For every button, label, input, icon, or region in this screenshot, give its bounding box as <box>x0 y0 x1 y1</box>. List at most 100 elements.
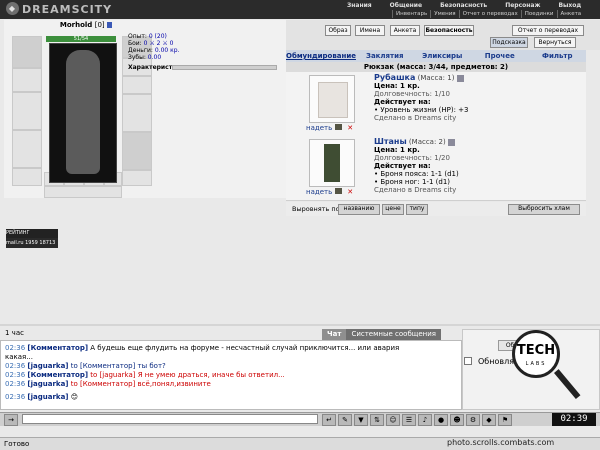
weapon-slot[interactable] <box>12 92 42 130</box>
flag-tool-icon[interactable]: ⚑ <box>498 414 512 426</box>
settings-icon[interactable]: ⚙ <box>466 414 480 426</box>
sort-label: Выровнять по <box>292 205 340 213</box>
traits-toggle[interactable] <box>172 65 277 70</box>
item-name[interactable]: Штаны <box>374 137 407 146</box>
sort-by-price-button[interactable]: цене <box>382 204 404 215</box>
helmet-slot[interactable] <box>12 36 42 68</box>
item-info-icon[interactable] <box>335 124 343 130</box>
chat-log[interactable]: 02:36 [Комментатор] А будешь еще флудить… <box>0 340 462 410</box>
hint-button[interactable]: Подсказка <box>490 37 528 48</box>
item-actions: надеть ✕ <box>306 188 353 196</box>
stat-teeth: Зубы: 0.00 <box>128 54 162 61</box>
refresh-checkbox[interactable] <box>464 357 472 365</box>
sort-bar: Выровнять по названию цене типу Выбросит… <box>286 202 586 216</box>
item-image[interactable] <box>309 75 355 123</box>
item-name[interactable]: Рубашка <box>374 73 415 82</box>
equip-link[interactable]: надеть <box>306 188 332 196</box>
item-effects-label: Действует на: <box>374 162 431 170</box>
profile-button[interactable]: Анкета <box>390 25 420 36</box>
arrow-icon[interactable]: → <box>4 414 18 426</box>
submenu-transfers[interactable]: Отчет о переводах <box>458 10 521 18</box>
equip-link[interactable]: надеть <box>306 124 332 132</box>
armor-slot[interactable] <box>12 130 42 168</box>
filter-icon[interactable]: ▼ <box>354 414 368 426</box>
names-button[interactable]: Имена <box>355 25 385 36</box>
tab-equipment[interactable]: Обмундирование <box>286 50 356 62</box>
tab-other[interactable]: Прочее <box>471 50 529 62</box>
rating-counter[interactable]: РЕЙТИНГ 634119296 <box>6 229 58 245</box>
chat-input[interactable] <box>22 414 318 424</box>
inventory-item: надеть ✕ Штаны (Масса: 2) Цена: 1 кр. Дол… <box>286 136 586 201</box>
menu-security[interactable]: Безопасность <box>431 1 496 10</box>
ring2-slot[interactable] <box>122 76 152 94</box>
legs-slot[interactable] <box>122 132 152 170</box>
item-effect: • Броня пояса: 1-1 (d1) <box>374 170 459 178</box>
logo-icon: ◆ <box>6 2 19 15</box>
book-icon[interactable]: ☰ <box>402 414 416 426</box>
sort-by-name-button[interactable]: названию <box>338 204 380 215</box>
item-info: Рубашка (Масса: 1) Цена: 1 кр. Долговечн… <box>374 73 579 123</box>
chat-separator[interactable] <box>0 324 600 326</box>
menu-communication[interactable]: Общение <box>381 1 431 10</box>
security-button[interactable]: Безопасность <box>424 25 474 36</box>
tab-elixirs[interactable]: Эликсиры <box>413 50 471 62</box>
tab-system-messages[interactable]: Системные сообщения <box>346 329 441 340</box>
item-price: Цена: 1 кр. <box>374 82 420 90</box>
bottom-slot-row[interactable] <box>44 186 122 198</box>
necklace-slot[interactable] <box>12 68 42 92</box>
back-button[interactable]: Вернуться <box>534 37 576 48</box>
obraz-button[interactable]: Образ <box>325 25 351 36</box>
throw-junk-button[interactable]: Выбросить хлам <box>508 204 580 215</box>
pants-icon <box>324 144 340 182</box>
submenu-profile[interactable]: Анкета <box>556 10 585 18</box>
tab-filter[interactable]: Фильтр <box>528 50 586 62</box>
item-actions: надеть ✕ <box>306 124 353 132</box>
chat-line: 02:36 [jaguarka] 😊 <box>5 393 79 401</box>
item-durability: Долговечность: 1/20 <box>374 154 450 162</box>
scroll-icon[interactable]: ⇅ <box>370 414 384 426</box>
item-effects-label: Действует на: <box>374 98 431 106</box>
sort-by-type-button[interactable]: типу <box>406 204 428 215</box>
clock: 02:39 <box>552 413 596 426</box>
weight-icon <box>447 138 455 146</box>
item-effect: • Уровень жизни (HP): +3 <box>374 106 469 114</box>
chat-time-label: 1 час <box>5 329 24 337</box>
smile-icon[interactable]: ☻ <box>450 414 464 426</box>
item-durability: Долговечность: 1/10 <box>374 90 450 98</box>
top-menu: Знания Общение Безопасность Персонаж Вых… <box>338 1 590 10</box>
stat-money: Деньги: 0.00 кр. <box>128 47 180 54</box>
character-stats: Опыт: 0 (20) Бои: 0 ⚔ 2 ⚔ 0 Деньги: 0.00… <box>128 33 248 61</box>
status-text: Готово <box>4 440 30 448</box>
character-name: Morhold [0] <box>56 21 116 29</box>
boots-slot[interactable] <box>122 170 152 186</box>
belt-slot[interactable] <box>12 168 42 186</box>
weight-icon <box>456 74 464 82</box>
gem-icon[interactable]: ◆ <box>482 414 496 426</box>
transfers-report-button[interactable]: Отчет о переводах <box>512 25 584 36</box>
logo: ◆ DREAMSCITY <box>6 2 112 17</box>
stat-fights: Бои: 0 ⚔ 2 ⚔ 0 <box>128 40 174 47</box>
send-icon[interactable]: ↵ <box>322 414 336 426</box>
submenu-skills[interactable]: Умения <box>430 10 458 18</box>
music-icon[interactable]: ♪ <box>418 414 432 426</box>
person-icon[interactable]: ☺ <box>386 414 400 426</box>
mailru-counter[interactable]: mail.ru 1959 18713 <box>6 238 58 248</box>
menu-exit[interactable]: Выход <box>549 1 590 10</box>
shield-slot[interactable] <box>122 94 152 132</box>
submenu-fights[interactable]: Поединки <box>520 10 557 18</box>
item-info-icon[interactable] <box>335 188 343 194</box>
tab-spells[interactable]: Заклятия <box>356 50 414 62</box>
tab-chat[interactable]: Чат <box>322 329 347 340</box>
submenu-inventory[interactable]: Инвентарь <box>392 10 430 18</box>
chat-line: какая... <box>5 353 33 361</box>
menu-knowledge[interactable]: Знания <box>338 1 381 10</box>
item-image[interactable] <box>309 139 355 187</box>
delete-icon[interactable]: ✕ <box>347 188 353 196</box>
chat-line: 02:36 [Комментатор] А будешь еще флудить… <box>5 344 400 352</box>
clear-icon[interactable]: ✎ <box>338 414 352 426</box>
menu-character[interactable]: Персонаж <box>496 1 549 10</box>
color-icon[interactable]: ● <box>434 414 448 426</box>
delete-icon[interactable]: ✕ <box>347 124 353 132</box>
chat-line: 02:36 [Комментатор] to [jaguarka] Я не у… <box>5 371 285 379</box>
item-info: Штаны (Масса: 2) Цена: 1 кр. Долговечнос… <box>374 137 579 195</box>
